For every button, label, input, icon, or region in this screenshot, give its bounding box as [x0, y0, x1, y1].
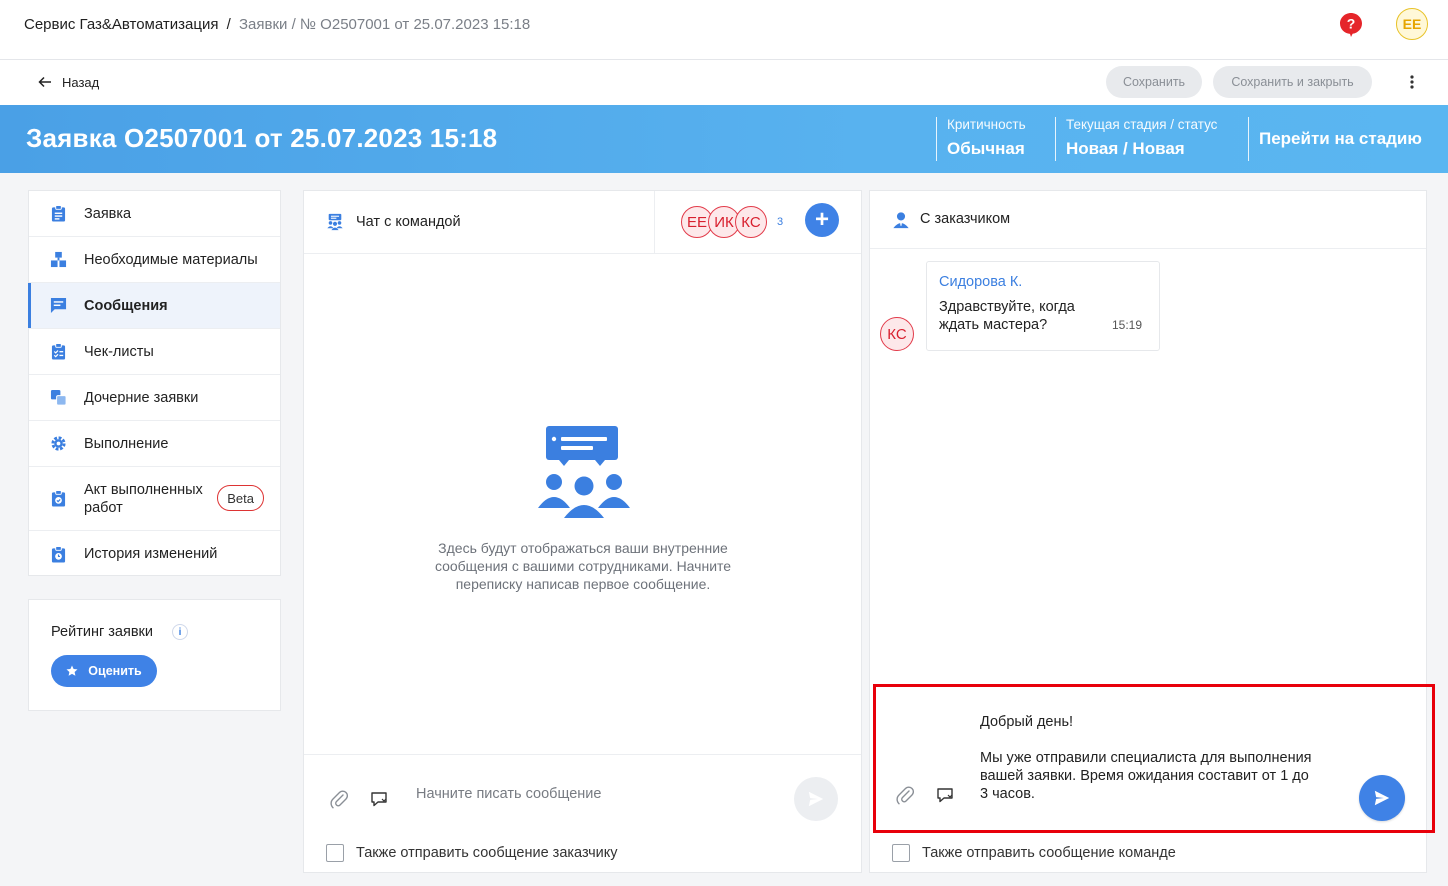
- rate-button[interactable]: Оценить: [51, 655, 157, 687]
- action-bar: Назад Сохранить Сохранить и закрыть: [0, 60, 1448, 105]
- also-send-to-customer-label: Также отправить сообщение заказчику: [356, 845, 618, 861]
- question-circle-icon[interactable]: ?: [1339, 12, 1363, 38]
- sidebar-item-messages[interactable]: Сообщения: [28, 283, 280, 329]
- message-bubble: Сидорова К. Здравствуйте, когда ждать ма…: [926, 261, 1160, 351]
- sidebar-item-work-act[interactable]: Акт выполненных работ Beta: [29, 467, 280, 531]
- add-member-button[interactable]: +: [805, 203, 839, 237]
- copy-icon: [49, 389, 67, 407]
- gear-icon: [49, 435, 67, 453]
- breadcrumb-root[interactable]: Сервис Газ&Автоматизация: [24, 16, 218, 33]
- avatar: КС: [880, 317, 914, 351]
- sidebar-item-label: Дочерние заявки: [84, 389, 199, 406]
- message-author[interactable]: Сидорова К.: [939, 274, 1022, 290]
- history-icon: [49, 545, 67, 563]
- customer-user-icon: [892, 211, 912, 231]
- customer-chat-header: С заказчиком: [870, 191, 1426, 249]
- also-send-to-team-label: Также отправить сообщение команде: [922, 845, 1176, 861]
- checkbox[interactable]: [892, 844, 910, 862]
- sidebar-item-request[interactable]: Заявка: [29, 191, 280, 237]
- vertical-dots-icon[interactable]: [1402, 72, 1422, 92]
- customer-chat-panel: С заказчиком КС Сидорова К. Здравствуйте…: [869, 190, 1435, 873]
- team-chat-empty-text: Здесь будут отображаться ваши внутренние…: [434, 540, 732, 592]
- team-chat-title: Чат с командой: [356, 214, 461, 230]
- criticality-block: Критичность Обычная: [936, 117, 1026, 161]
- breadcrumb-section[interactable]: Заявки: [239, 16, 287, 33]
- sidebar-item-label: История изменений: [84, 546, 218, 562]
- team-chat-composer: [304, 754, 861, 832]
- rate-button-label: Оценить: [88, 664, 142, 678]
- sidebar-item-label: Сообщения: [84, 297, 168, 314]
- avatar[interactable]: КС: [735, 206, 767, 238]
- also-send-to-team[interactable]: Также отправить сообщение команде: [892, 844, 1176, 862]
- svg-text:?: ?: [1347, 16, 1356, 32]
- sidebar-item-execution[interactable]: Выполнение: [29, 421, 280, 467]
- user-avatar[interactable]: ЕЕ: [1396, 8, 1428, 40]
- sidebar-nav: Заявка Необходимые материалы Сообщения Ч…: [28, 190, 281, 576]
- page-title: Заявка O2507001 от 25.07.2023 15:18: [26, 123, 498, 153]
- sidebar-item-label: Необходимые материалы: [84, 251, 258, 268]
- info-icon[interactable]: i: [172, 624, 188, 640]
- rating-card: Рейтинг заявки i Оценить: [28, 599, 281, 711]
- member-count: 3: [777, 216, 784, 228]
- team-chat-icon: [326, 213, 346, 233]
- star-icon: [66, 665, 78, 676]
- customer-send-button[interactable]: [1359, 775, 1405, 821]
- send-icon: [808, 791, 824, 807]
- customer-message-input[interactable]: Добрый день! Мы уже отправили специалист…: [980, 713, 1320, 803]
- message-text: Здравствуйте, когда ждать мастера?: [939, 299, 1075, 333]
- rating-title: Рейтинг заявки: [51, 624, 153, 640]
- quick-reply-icon[interactable]: [936, 786, 954, 804]
- request-header: Заявка O2507001 от 25.07.2023 15:18 Крит…: [0, 105, 1448, 173]
- beta-badge: Beta: [217, 485, 264, 511]
- arrow-left-icon: [38, 76, 51, 88]
- breadcrumb-current: № O2507001 от 25.07.2023 15:18: [299, 16, 531, 33]
- back-label: Назад: [62, 74, 100, 90]
- stage-block: Текущая стадия / статус Новая / Новая: [1055, 117, 1217, 161]
- clipboard-icon: [49, 205, 67, 223]
- checklist-icon: [49, 343, 67, 361]
- sidebar-item-label: Выполнение: [84, 435, 169, 452]
- top-bar: Сервис Газ&Автоматизация / Заявки / № O2…: [0, 0, 1448, 60]
- team-message-input[interactable]: [416, 783, 766, 805]
- save-and-close-button[interactable]: Сохранить и закрыть: [1213, 66, 1372, 98]
- back-button[interactable]: Назад: [38, 72, 99, 92]
- paperclip-icon[interactable]: [330, 789, 349, 809]
- stage-label: Текущая стадия / статус: [1066, 117, 1218, 132]
- sidebar-item-materials[interactable]: Необходимые материалы: [29, 237, 280, 283]
- customer-chat-title: С заказчиком: [920, 211, 1011, 227]
- message-icon: [49, 297, 67, 315]
- sidebar-item-history[interactable]: История изменений: [29, 531, 280, 577]
- sidebar-item-checklists[interactable]: Чек-листы: [29, 329, 280, 375]
- team-send-button[interactable]: [794, 777, 838, 821]
- header-divider: [654, 191, 655, 254]
- stage-value: Новая / Новая: [1066, 139, 1185, 158]
- sidebar-item-child-requests[interactable]: Дочерние заявки: [29, 375, 280, 421]
- breadcrumb: Сервис Газ&Автоматизация / Заявки / № O2…: [24, 16, 530, 34]
- criticality-value: Обычная: [947, 139, 1025, 158]
- criticality-label: Критичность: [947, 117, 1026, 132]
- goto-stage-button[interactable]: Перейти на стадию: [1248, 117, 1422, 161]
- team-chat-empty-icon: [537, 426, 631, 518]
- save-button[interactable]: Сохранить: [1106, 66, 1202, 98]
- boxes-icon: [49, 251, 67, 269]
- breadcrumb-separator: /: [291, 16, 296, 33]
- checkbox[interactable]: [326, 844, 344, 862]
- team-chat-panel: Чат с командой ЕЕ ИК КС 3 + Здесь будут …: [303, 190, 862, 873]
- message-time: 15:19: [1111, 318, 1142, 332]
- paperclip-icon[interactable]: [896, 785, 915, 805]
- sidebar-item-label: Заявка: [84, 205, 132, 222]
- quick-reply-icon[interactable]: [370, 790, 388, 808]
- document-check-icon: [49, 490, 67, 508]
- send-icon: [1374, 790, 1390, 806]
- team-chat-header: Чат с командой ЕЕ ИК КС 3 +: [304, 191, 861, 254]
- breadcrumb-separator: /: [226, 16, 231, 33]
- customer-chat-composer: Добрый день! Мы уже отправили специалист…: [870, 684, 1435, 833]
- also-send-to-customer[interactable]: Также отправить сообщение заказчику: [326, 844, 618, 862]
- sidebar-item-label: Акт выполненных работ: [84, 481, 203, 516]
- sidebar-item-label: Чек-листы: [84, 343, 154, 360]
